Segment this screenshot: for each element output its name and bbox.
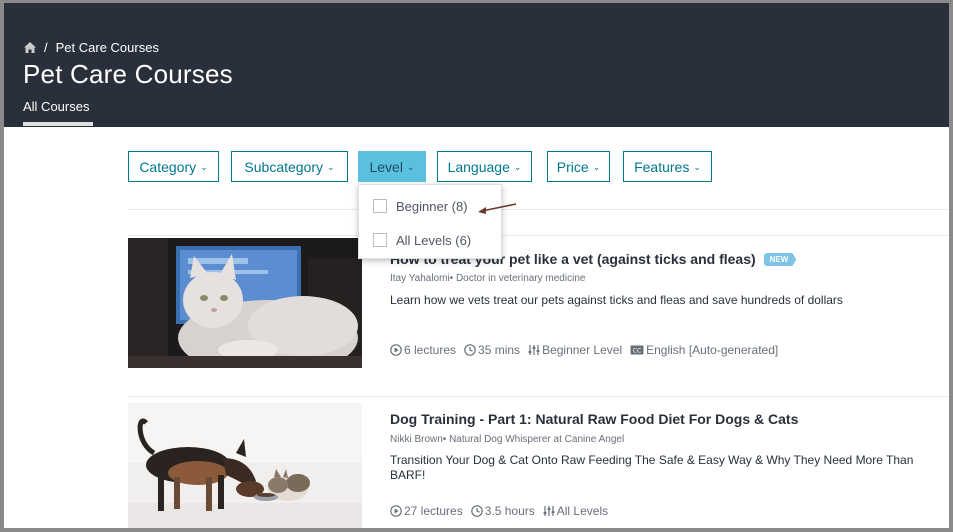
course-thumbnail[interactable] bbox=[128, 238, 362, 368]
duration-meta: 3.5 hours bbox=[470, 504, 535, 518]
annotation-arrow-icon bbox=[478, 203, 517, 214]
level-value: All Levels bbox=[556, 504, 609, 518]
all-levels-option-label: All Levels (6) bbox=[396, 232, 472, 248]
chevron-down-icon: ⌄ bbox=[592, 162, 601, 172]
captions-value: English [Auto-generated] bbox=[646, 343, 779, 357]
beginner-option-label: Beginner (8) bbox=[396, 198, 468, 214]
course-card[interactable]: Dog Training - Part 1: Natural Raw Food … bbox=[128, 396, 949, 528]
lectures-count: 6 lectures bbox=[404, 343, 457, 357]
filter-subcategory-label: Subcategory bbox=[244, 158, 324, 175]
all-levels-checkbox[interactable] bbox=[373, 233, 387, 247]
page-title: Pet Care Courses bbox=[23, 59, 233, 89]
chevron-down-icon: ⌄ bbox=[406, 162, 415, 172]
beginner-checkbox[interactable] bbox=[373, 199, 387, 213]
sliders-icon bbox=[528, 345, 540, 355]
level-option-beginner[interactable]: Beginner (8) bbox=[373, 196, 468, 216]
filter-category-label: Category bbox=[139, 158, 197, 175]
filter-features-button[interactable]: Features ⌄ bbox=[623, 151, 712, 182]
dog-cat-thumbnail-image bbox=[128, 403, 362, 528]
clock-icon bbox=[470, 505, 483, 517]
filter-language-label: Language bbox=[447, 158, 510, 175]
filter-level-label: Level bbox=[369, 158, 403, 175]
course-instructor[interactable]: Nikki Brown• Natural Dog Whisperer at Ca… bbox=[390, 434, 624, 445]
course-description: Transition Your Dog & Cat Onto Raw Feedi… bbox=[390, 453, 914, 482]
course-card[interactable]: How to treat your pet like a vet (agains… bbox=[128, 235, 949, 369]
filters-divider bbox=[128, 209, 949, 210]
play-circle-icon bbox=[390, 344, 402, 356]
captions-meta: CC English [Auto-generated] bbox=[630, 343, 778, 357]
level-dropdown-menu: Beginner (8) All Levels (6) bbox=[358, 184, 502, 259]
filter-price-label: Price bbox=[556, 158, 589, 175]
level-option-all-levels[interactable]: All Levels (6) bbox=[373, 230, 471, 250]
chevron-down-icon: ⌄ bbox=[327, 162, 335, 172]
home-icon[interactable] bbox=[24, 42, 36, 53]
course-meta: 27 lectures 3.5 hours All Levels bbox=[390, 504, 608, 518]
page-header: / Pet Care Courses Pet Care Courses All … bbox=[4, 3, 949, 127]
svg-text:CC: CC bbox=[633, 348, 641, 355]
duration-value: 3.5 hours bbox=[484, 504, 535, 518]
chevron-down-icon: ⌄ bbox=[693, 162, 701, 172]
screenshot-frame: / Pet Care Courses Pet Care Courses All … bbox=[0, 0, 953, 532]
filter-subcategory-button[interactable]: Subcategory ⌄ bbox=[231, 151, 348, 182]
level-value: Beginner Level bbox=[542, 343, 623, 357]
breadcrumb-separator: / bbox=[44, 40, 48, 55]
breadcrumb: / Pet Care Courses bbox=[24, 40, 159, 55]
level-meta: Beginner Level bbox=[528, 343, 622, 357]
lectures-meta: 6 lectures bbox=[390, 343, 456, 357]
sliders-icon bbox=[543, 506, 555, 516]
duration-meta: 35 mins bbox=[464, 343, 520, 357]
filter-level-button[interactable]: Level ⌄ bbox=[358, 151, 426, 182]
cat-thumbnail-image bbox=[128, 238, 362, 368]
level-meta: All Levels bbox=[543, 504, 608, 518]
play-circle-icon bbox=[390, 505, 402, 517]
course-description: Learn how we vets treat our pets against… bbox=[390, 293, 843, 307]
filter-language-button[interactable]: Language ⌄ bbox=[437, 151, 532, 182]
filter-category-button[interactable]: Category ⌄ bbox=[128, 151, 219, 182]
course-meta: 6 lectures 35 mins Beginner Level CC Eng… bbox=[390, 343, 778, 357]
clock-icon bbox=[464, 344, 476, 356]
duration-value: 35 mins bbox=[478, 343, 521, 357]
lectures-meta: 27 lectures bbox=[390, 504, 463, 518]
breadcrumb-current[interactable]: Pet Care Courses bbox=[56, 40, 159, 55]
chevron-down-icon: ⌄ bbox=[200, 162, 208, 172]
course-thumbnail[interactable] bbox=[128, 403, 362, 528]
filter-features-label: Features bbox=[634, 158, 690, 175]
tab-active-indicator bbox=[23, 122, 93, 126]
course-title[interactable]: Dog Training - Part 1: Natural Raw Food … bbox=[390, 411, 798, 427]
lectures-count: 27 lectures bbox=[404, 504, 463, 518]
chevron-down-icon: ⌄ bbox=[513, 162, 522, 172]
course-instructor[interactable]: Itay Yahalomi• Doctor in veterinary medi… bbox=[390, 273, 585, 284]
new-badge: NEW bbox=[763, 253, 797, 266]
filter-price-button[interactable]: Price ⌄ bbox=[547, 151, 610, 182]
tab-all-courses[interactable]: All Courses bbox=[23, 99, 89, 114]
closed-captions-icon: CC bbox=[630, 345, 644, 355]
